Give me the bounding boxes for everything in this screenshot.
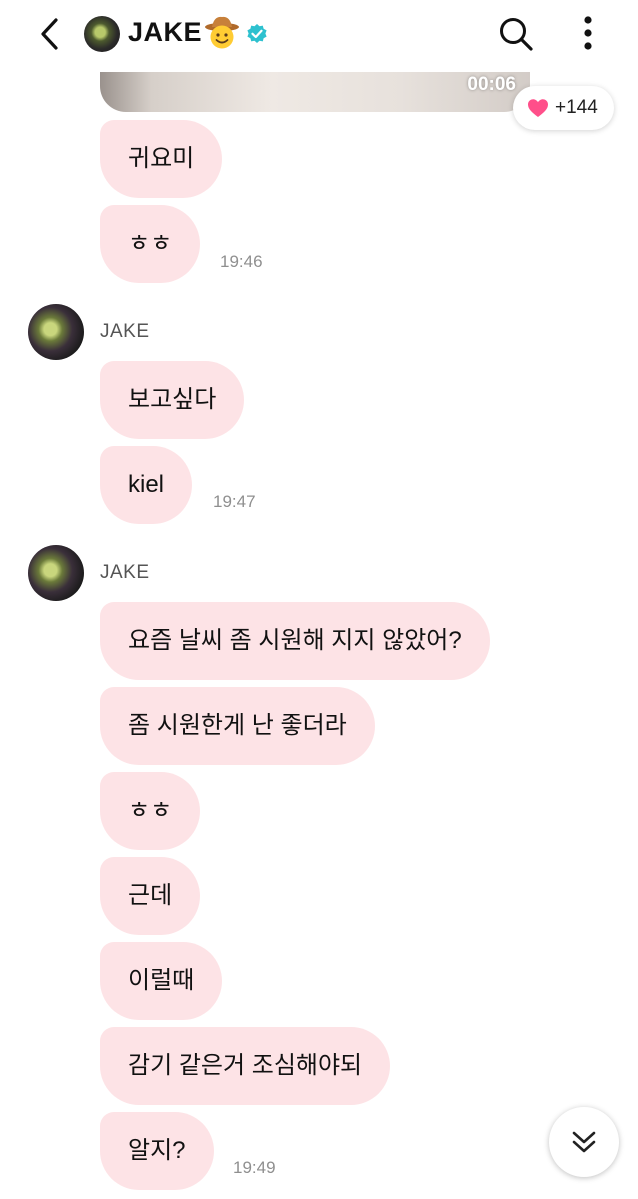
video-duration: 00:06	[467, 74, 516, 95]
sender-avatar[interactable]	[28, 545, 84, 601]
message-bubble[interactable]: 감기 같은거 조심해야되	[100, 1027, 391, 1105]
message-bubble[interactable]: 보고싶다	[100, 361, 245, 439]
reaction-count: +144	[555, 97, 598, 118]
chevron-left-icon	[41, 18, 58, 50]
sender-name: JAKE	[100, 321, 150, 342]
double-chevron-down-icon	[572, 1131, 596, 1153]
message-time: 19:46	[220, 252, 263, 271]
message-bubble[interactable]: 좀 시원한게 난 좋더라	[100, 687, 375, 765]
message-bubble[interactable]: 귀요미	[100, 120, 223, 198]
reaction-badge[interactable]: +144	[513, 86, 614, 130]
sender-name: JAKE	[100, 562, 150, 583]
message-time: 19:49	[233, 1158, 276, 1177]
message-bubble[interactable]: ㅎㅎ	[100, 205, 201, 283]
cowboy-face-icon	[205, 16, 239, 49]
back-button[interactable]	[30, 14, 70, 54]
search-icon[interactable]	[496, 14, 536, 54]
verified-badge-icon	[247, 24, 267, 43]
message-bubble[interactable]: 알지?	[100, 1112, 214, 1190]
message-bubble[interactable]: 요즘 날씨 좀 시원해 지지 않았어?	[100, 602, 490, 680]
message-bubble[interactable]: 이럴때	[100, 942, 223, 1020]
header-avatar[interactable]	[84, 16, 120, 52]
message-bubble[interactable]: ㅎㅎ	[100, 772, 201, 850]
sender-avatar[interactable]	[28, 304, 84, 360]
message-bubble[interactable]: kiel	[100, 446, 193, 524]
heart-icon	[528, 99, 548, 117]
scroll-to-bottom-button[interactable]	[549, 1107, 619, 1177]
chat-header: JAKE	[0, 0, 638, 72]
more-options-icon[interactable]	[570, 14, 606, 54]
message-bubble[interactable]: 근데	[100, 857, 201, 935]
message-time: 19:47	[213, 492, 256, 511]
chat-title[interactable]: JAKE	[128, 17, 202, 48]
